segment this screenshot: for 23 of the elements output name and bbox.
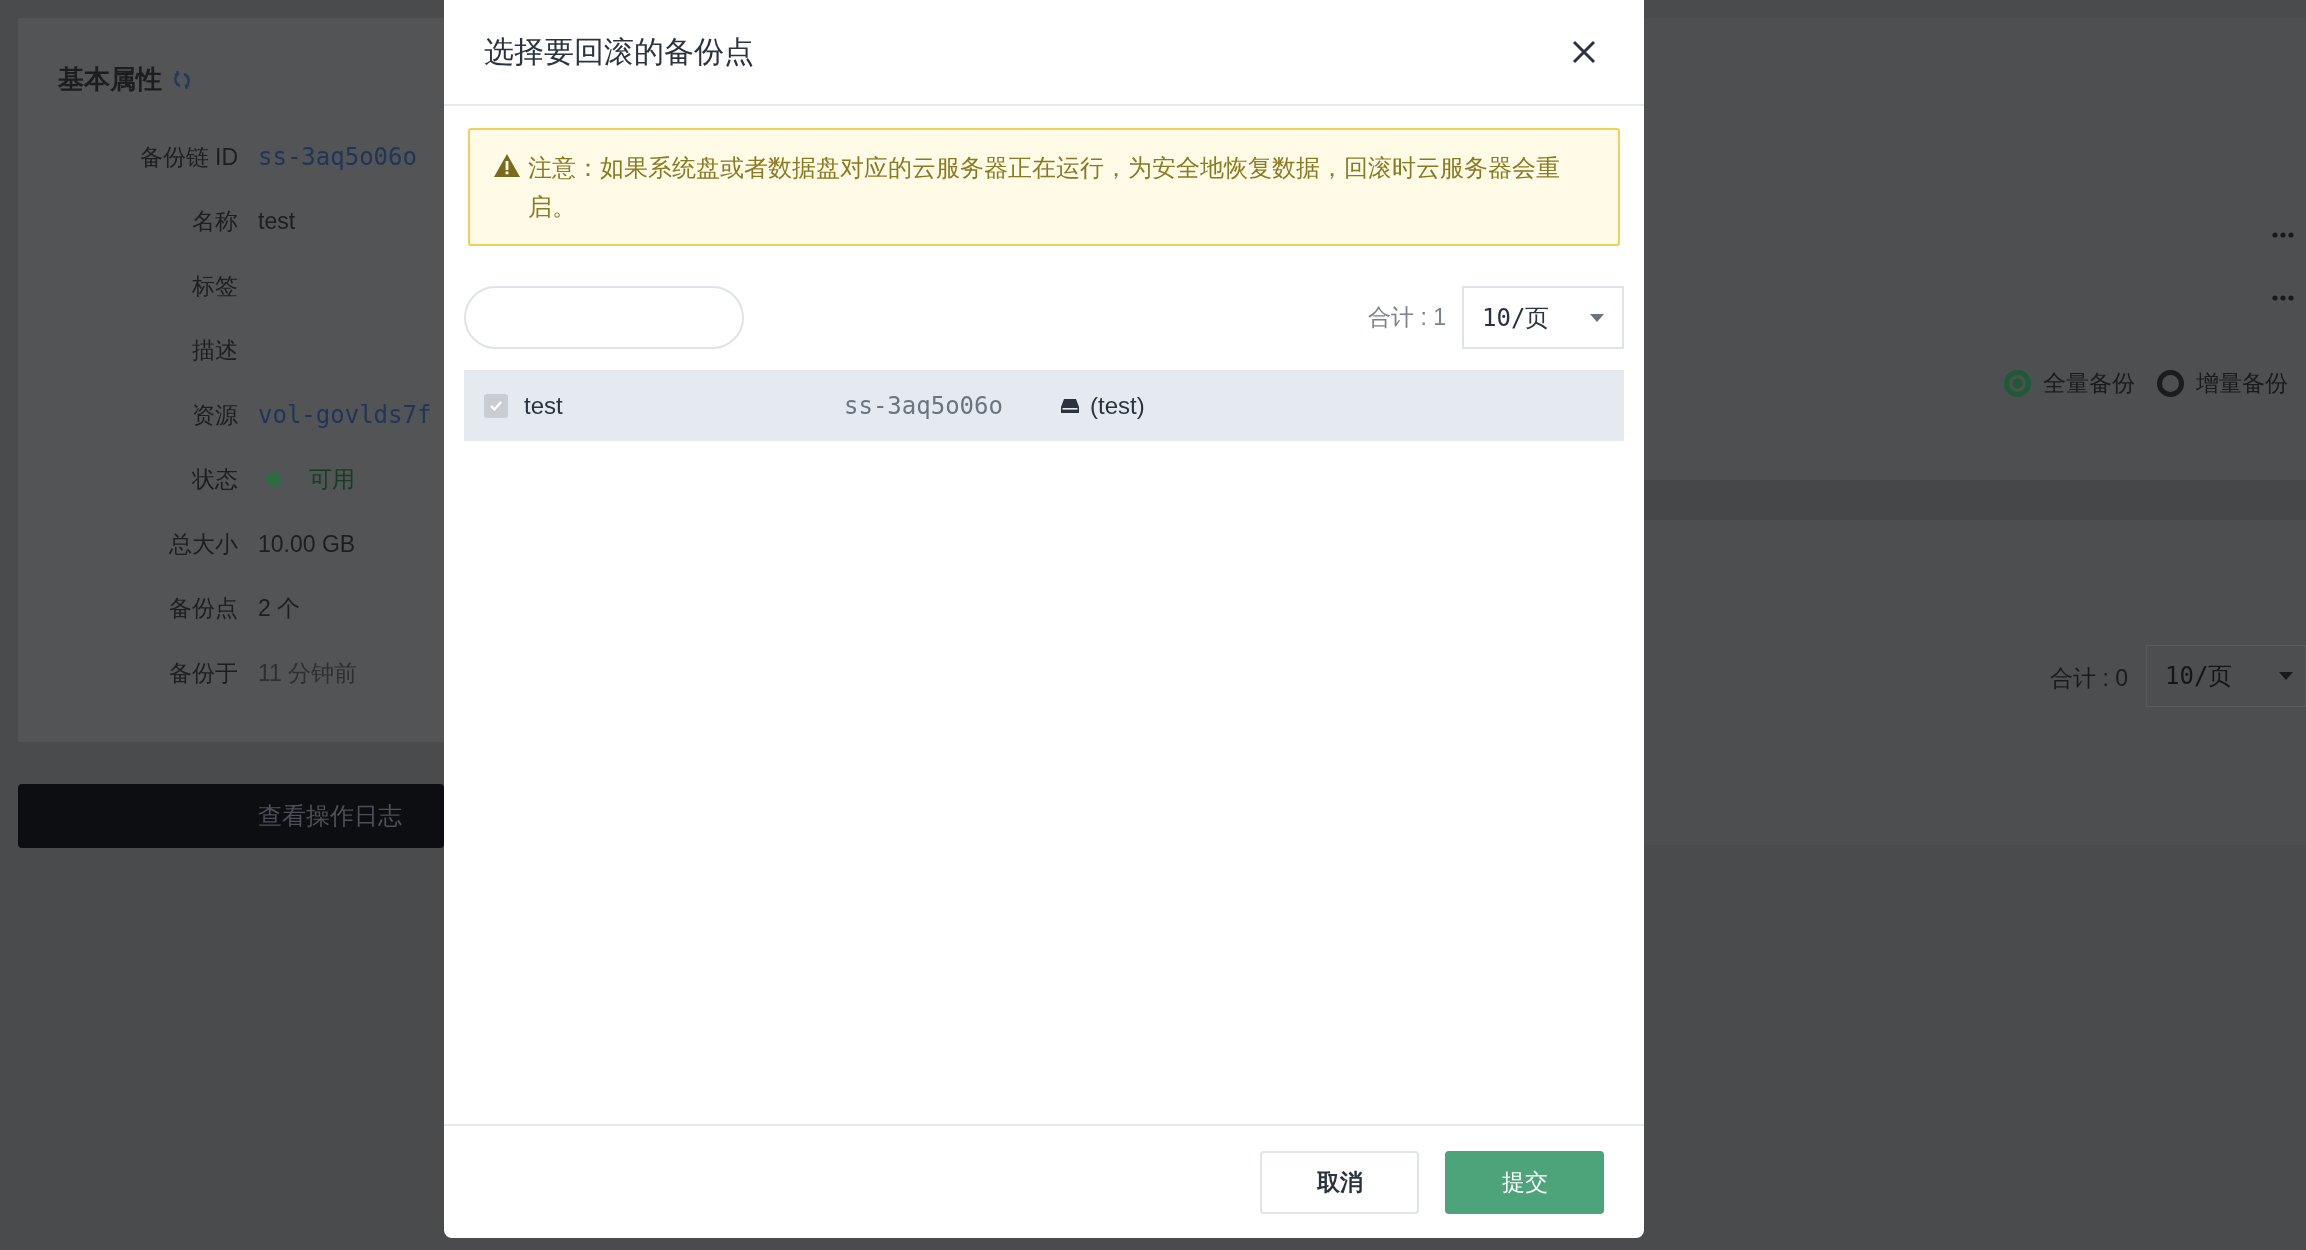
cancel-button[interactable]: 取消 [1260,1150,1419,1214]
warning-icon [494,154,520,177]
table-cell-text: test [524,391,564,420]
dialog-title: 选择要回滚的备份点 [484,33,754,70]
total-count: 合计 : 1 [1368,303,1446,332]
page-size-select[interactable]: 10/页 [2146,645,2306,707]
submit-button[interactable]: 提交 [1445,1150,1604,1214]
caret-icon [2279,672,2293,680]
checkbox[interactable] [484,393,508,418]
table-cell-text: ss-3aq5o06o [844,391,1004,420]
radio-button[interactable] [2157,370,2184,397]
table-cell: (test) [1090,391,1145,420]
more-icon[interactable] [2272,295,2294,301]
page-size-select[interactable]: 10/页 [1462,286,1624,349]
close-icon[interactable] [1572,40,1596,64]
backup-row[interactable]: test ss-3aq5o06o (test) [464,370,1624,441]
more-icon[interactable] [2272,232,2294,238]
warning-text: 注意：如果系统盘或者数据盘对应的云服务器正在运行，为安全地恢复数据，回滚时云服务器会重启。 [528,153,1561,222]
caret-icon [1590,313,1604,322]
radio-button[interactable] [2004,370,2031,397]
status-text: 可用 [309,465,355,495]
refresh-icon[interactable] [172,69,192,90]
view-log-button[interactable]: 查看操作日志 [18,784,444,848]
